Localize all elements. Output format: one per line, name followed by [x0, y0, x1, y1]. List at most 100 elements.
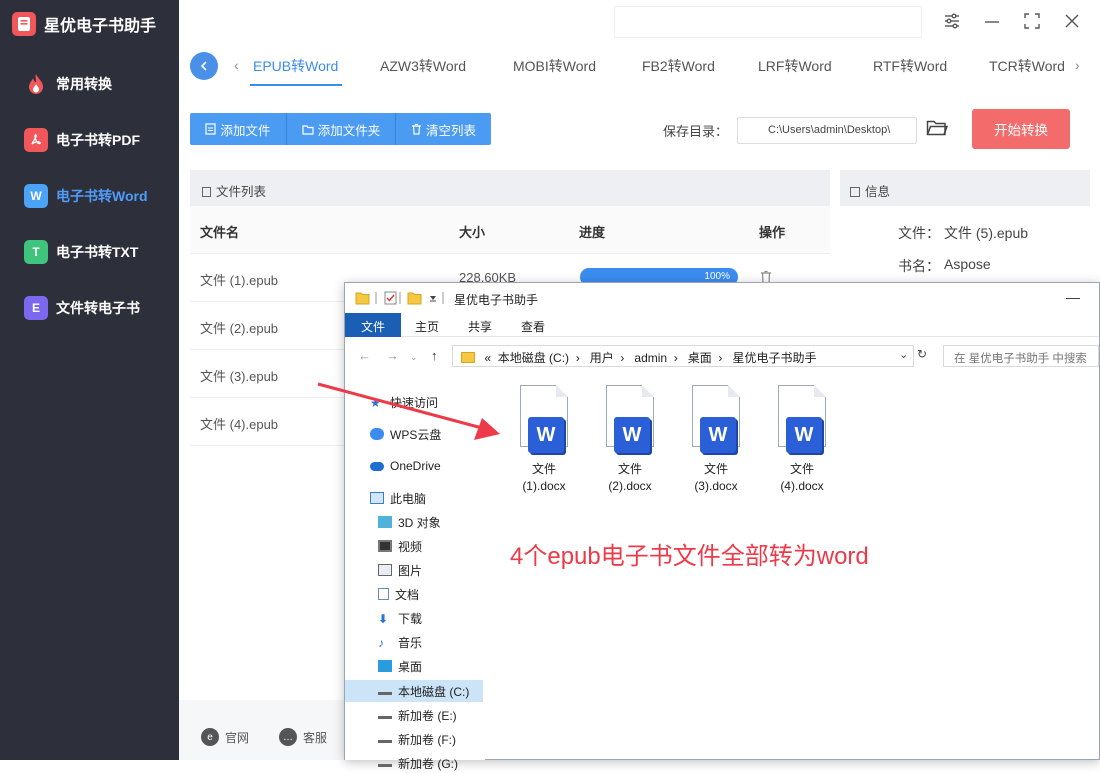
globe-icon: e: [201, 728, 219, 746]
tab-rtf-to-word[interactable]: RTF转Word: [873, 56, 947, 76]
list-icon: [202, 187, 211, 197]
tree-item-drive-g[interactable]: 新加卷 (G:): [378, 753, 458, 773]
tab-azw3-to-word[interactable]: AZW3转Word: [380, 56, 466, 76]
document-icon: [378, 588, 389, 600]
nav-item-file-to-ebook[interactable]: E 文件转电子书: [24, 293, 140, 323]
settings-icon[interactable]: [942, 12, 962, 32]
save-dir-input[interactable]: C:\Users\admin\Desktop\: [737, 117, 917, 144]
breadcrumb-item[interactable]: 星优电子书助手: [732, 351, 816, 365]
txt-icon: T: [24, 240, 48, 264]
tab-epub-to-word[interactable]: EPUB转Word: [253, 56, 338, 76]
breadcrumb-item[interactable]: 用户: [590, 351, 614, 365]
tree-item-videos[interactable]: 视频: [378, 536, 422, 556]
top-search-box[interactable]: [614, 6, 922, 38]
browse-folder-icon[interactable]: [926, 119, 949, 139]
explorer-minimize-icon[interactable]: —: [1066, 289, 1080, 305]
desktop-icon: [378, 660, 392, 672]
col-header-size: 大小: [459, 225, 486, 240]
col-header-progress: 进度: [579, 225, 606, 240]
file-name: 文件 (4).docx: [780, 462, 824, 493]
ebook-icon: E: [24, 296, 48, 320]
drive-icon: [378, 735, 392, 743]
clear-list-button[interactable]: 清空列表: [396, 113, 491, 145]
tab-fb2-to-word[interactable]: FB2转Word: [642, 56, 715, 76]
nav-item-ebook-to-word[interactable]: W 电子书转Word: [24, 181, 148, 211]
nav-label: 电子书转Word: [56, 188, 148, 204]
tree-item-drive-c[interactable]: 本地磁盘 (C:): [378, 681, 469, 701]
word-icon: W: [614, 417, 650, 453]
explorer-folder-icon: [355, 290, 445, 311]
word-icon: W: [700, 417, 736, 453]
explorer-address-bar[interactable]: « 本地磁盘 (C:) › 用户 › admin › 桌面 › 星优电子书助手: [452, 345, 914, 367]
info-header: 信息: [840, 170, 1090, 206]
recent-dropdown-icon[interactable]: ⌄: [410, 352, 418, 363]
tree-item-documents[interactable]: 文档: [378, 584, 419, 604]
up-arrow-icon[interactable]: ↑: [431, 348, 438, 363]
support-link[interactable]: … 客服: [279, 728, 327, 746]
tree-item-drive-e[interactable]: 新加卷 (E:): [378, 705, 457, 725]
tree-item-this-pc[interactable]: 此电脑: [370, 488, 426, 508]
file-name: 文件 (2).docx: [608, 462, 652, 493]
word-icon: W: [786, 417, 822, 453]
ribbon-tab-file[interactable]: 文件: [345, 313, 401, 337]
folder-icon: [302, 124, 314, 135]
info-icon: [850, 187, 860, 197]
address-dropdown-icon[interactable]: ⌄: [899, 348, 908, 361]
info-file-value: 文件 (5).epub: [944, 225, 1029, 241]
forward-arrow-icon[interactable]: →: [386, 348, 399, 363]
computer-icon: [370, 492, 384, 504]
add-folder-button[interactable]: 添加文件夹: [287, 113, 396, 145]
save-dir-label: 保存目录：: [663, 124, 729, 139]
info-book-label: 书名：: [898, 258, 940, 274]
close-icon[interactable]: [1062, 12, 1082, 32]
minimize-icon[interactable]: [982, 12, 1002, 32]
address-overflow[interactable]: «: [484, 351, 491, 365]
chevron-left-icon[interactable]: ‹: [234, 57, 239, 73]
cube-icon: [378, 516, 392, 528]
file-icon: [205, 123, 217, 135]
ribbon-tab-share[interactable]: 共享: [458, 313, 502, 337]
col-header-action: 操作: [759, 225, 786, 240]
tab-mobi-to-word[interactable]: MOBI转Word: [513, 56, 596, 76]
website-link[interactable]: e 官网: [201, 728, 249, 746]
maximize-icon[interactable]: [1022, 12, 1042, 32]
tree-item-drive-f[interactable]: 新加卷 (F:): [378, 729, 456, 749]
file-list-header: 文件列表: [190, 170, 830, 206]
nav-item-ebook-to-txt[interactable]: T 电子书转TXT: [24, 237, 138, 267]
file-name: 文件 (3).docx: [694, 462, 738, 493]
nav-item-ebook-to-pdf[interactable]: 电子书转PDF: [24, 125, 140, 155]
breadcrumb-item[interactable]: 本地磁盘 (C:): [498, 351, 569, 365]
file-list-title: 文件列表: [216, 185, 267, 199]
tree-item-onedrive[interactable]: OneDrive: [370, 456, 441, 476]
nav-item-common[interactable]: 常用转换: [24, 69, 112, 99]
file-name: 文件 (1).docx: [522, 462, 566, 493]
tree-item-desktop[interactable]: 桌面: [378, 656, 422, 676]
back-arrow-icon[interactable]: ←: [358, 348, 371, 363]
breadcrumb-item[interactable]: 桌面: [688, 351, 712, 365]
tree-item-3d[interactable]: 3D 对象: [378, 512, 441, 532]
tree-item-pictures[interactable]: 图片: [378, 560, 422, 580]
explorer-search-input[interactable]: 在 星优电子书助手 中搜索: [943, 345, 1099, 367]
tab-tcr-to-word[interactable]: TCR转Word: [989, 56, 1067, 76]
ribbon-tab-home[interactable]: 主页: [405, 313, 449, 337]
address-folder-icon: [461, 352, 475, 363]
trash-icon: [411, 123, 421, 135]
nav-label: 文件转电子书: [56, 300, 140, 316]
breadcrumb-item[interactable]: admin: [634, 351, 667, 365]
refresh-icon[interactable]: ↻: [917, 347, 927, 361]
tree-item-music[interactable]: ♪ 音乐: [378, 632, 422, 652]
file-name: 文件 (1).epub: [200, 273, 279, 288]
film-icon: [378, 540, 392, 552]
nav-label: 常用转换: [56, 76, 112, 92]
chevron-right-icon[interactable]: ›: [1075, 57, 1080, 73]
add-file-button[interactable]: 添加文件: [190, 113, 287, 145]
file-name: 文件 (4).epub: [200, 417, 279, 432]
tabs-back-button[interactable]: [190, 52, 218, 80]
support-label: 客服: [303, 730, 328, 745]
start-convert-button[interactable]: 开始转换: [972, 109, 1070, 149]
sidebar: [0, 0, 179, 760]
ribbon-tab-view[interactable]: 查看: [511, 313, 555, 337]
download-icon: ⬇: [378, 612, 389, 626]
tab-lrf-to-word[interactable]: LRF转Word: [758, 56, 832, 76]
tree-item-downloads[interactable]: ⬇ 下载: [378, 608, 422, 628]
